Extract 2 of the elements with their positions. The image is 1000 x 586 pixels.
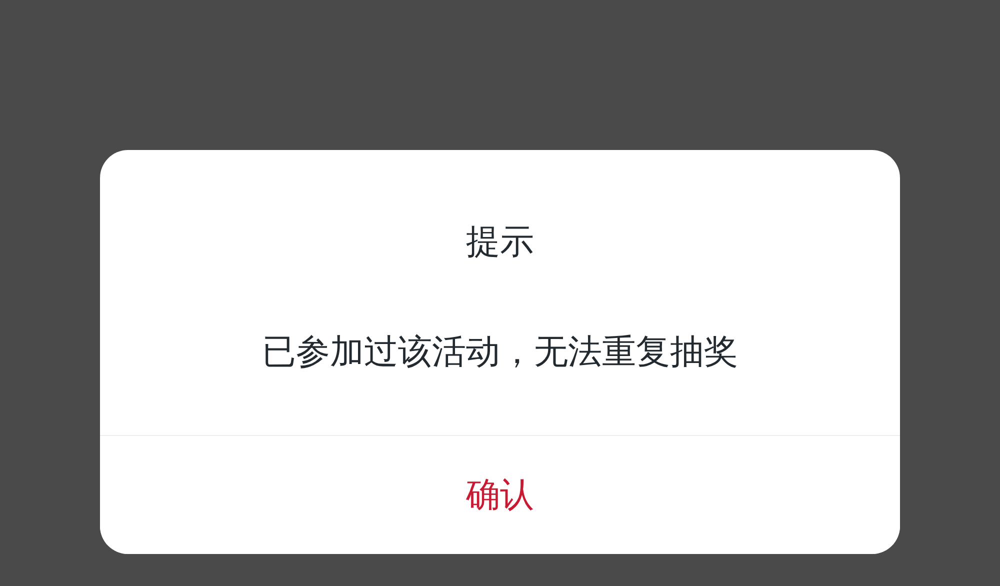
dialog-title: 提示 — [466, 222, 534, 262]
dialog-message: 已参加过该活动，无法重复抽奖 — [262, 332, 738, 372]
